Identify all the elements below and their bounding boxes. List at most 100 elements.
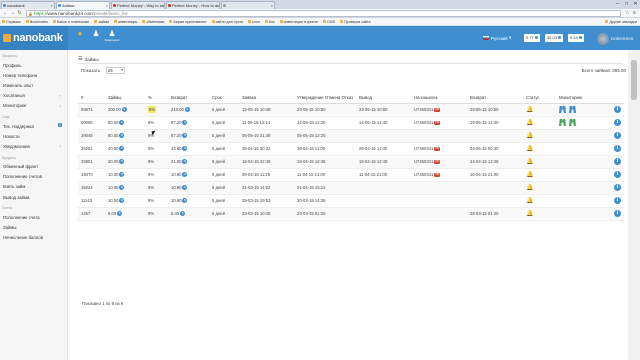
bookmark-item[interactable]: Проверка сайта: [340, 20, 371, 24]
column-header[interactable]: Возврат: [168, 79, 209, 104]
scrollbar[interactable]: [628, 50, 640, 360]
column-header[interactable]: Вывод: [356, 79, 411, 104]
close-tab-icon[interactable]: ×: [161, 2, 163, 9]
balance-pill-2[interactable]: 35.03: [545, 34, 564, 42]
other-bookmarks[interactable]: Другие закладки: [605, 20, 637, 24]
sidebar-item[interactable]: Начисление баллов: [0, 233, 67, 243]
info-icon[interactable]: i: [614, 197, 621, 204]
bookmark-item[interactable]: обменники: [142, 20, 164, 24]
currency-icon: [558, 36, 562, 40]
logo[interactable]: nanobank: [0, 26, 68, 50]
cell-withdrawal: 14-05-15 12:40: [356, 116, 411, 130]
nav-coins[interactable]: ●: [72, 29, 88, 47]
column-header[interactable]: %: [145, 79, 168, 104]
menu-icon[interactable]: ≡: [631, 10, 638, 16]
column-header[interactable]: Статус: [523, 79, 556, 104]
close-window-icon[interactable]: ✕: [631, 0, 640, 9]
bookmark-item[interactable]: инвестиции: [114, 20, 137, 24]
browser-tab[interactable]: Perfect Money - Way to sle ×: [111, 1, 165, 9]
bookmark-label: Проверка сайта: [344, 19, 371, 24]
sidebar-item[interactable]: Номер телефона: [0, 70, 67, 80]
browser-tab[interactable]: Займы ×: [56, 1, 110, 9]
column-header[interactable]: Утверждение Отмена Отказ: [294, 79, 356, 104]
favicon-icon: [58, 4, 61, 7]
balance-pill-3[interactable]: 0.15: [568, 34, 584, 42]
nav-icons: ● ♟ ♟ Заявления: [72, 29, 120, 47]
cell-percent-value: 9%: [148, 198, 155, 203]
column-header[interactable]: #: [78, 79, 105, 104]
sidebar-item[interactable]: Тех. поддержка 1: [0, 121, 67, 131]
bookmark-item[interactable]: CMS: [323, 20, 335, 24]
close-tab-icon[interactable]: ×: [106, 2, 108, 9]
avatar[interactable]: [597, 33, 609, 45]
cell-return-date-value: 16-04-15 21:00: [470, 172, 499, 177]
bookmark-label: Bookmarks: [29, 19, 48, 24]
language-switcher[interactable]: Русский ▾: [483, 35, 511, 41]
sidebar-item[interactable]: Изменить опыт: [0, 80, 67, 90]
browser-tab[interactable]: nanobank ×: [1, 1, 55, 9]
column-header[interactable]: Заявка: [239, 79, 294, 104]
sidebar-item[interactable]: Хосатаныя ›: [0, 91, 67, 101]
bookmark-item[interactable]: хлоп: [248, 20, 260, 24]
username[interactable]: DOBOSSSS: [611, 36, 633, 41]
sidebar-item[interactable]: Уведомления ›: [0, 141, 67, 151]
info-icon[interactable]: i: [614, 171, 621, 178]
bookmark-item[interactable]: займы: [94, 20, 109, 24]
info-icon[interactable]: i: [614, 145, 621, 152]
info-icon[interactable]: i: [614, 119, 621, 126]
close-tab-icon[interactable]: ×: [51, 2, 53, 9]
balance-pill-1[interactable]: 0.77: [524, 34, 540, 42]
sidebar-item[interactable]: Новости: [0, 131, 67, 141]
monitoring-icon[interactable]: [569, 106, 576, 113]
column-header[interactable]: Займы: [105, 79, 145, 104]
close-tab-icon[interactable]: ×: [216, 2, 218, 9]
url-field[interactable]: 🔒 https://www.nanobank24.com/private/loa…: [26, 9, 621, 17]
info-icon[interactable]: i: [614, 158, 621, 165]
browser-tab[interactable]: ×: [221, 1, 275, 9]
sidebar-item[interactable]: Пополнение счета: [0, 212, 67, 222]
bookmark-item[interactable]: биз: [264, 20, 275, 24]
sidebar-item[interactable]: Вывод займа: [0, 192, 67, 202]
cell-return-value: 10.90: [171, 184, 182, 190]
sidebar-item[interactable]: Обменный франт: [0, 162, 67, 172]
column-header[interactable]: Возврат: [467, 79, 523, 104]
bookmark-item[interactable]: сайты для проги: [211, 20, 243, 24]
bookmark-item[interactable]: Банки и платежные: [52, 20, 89, 24]
forward-icon[interactable]: →: [9, 10, 16, 16]
page-size-select[interactable]: 25 ▾: [106, 67, 125, 74]
bookmark-item[interactable]: Биржи криптовалют: [169, 20, 207, 24]
bookmark-item[interactable]: инвестиции в крипте: [279, 20, 318, 24]
back-icon[interactable]: ←: [2, 10, 9, 16]
monitoring-icon[interactable]: [559, 106, 566, 113]
info-icon[interactable]: i: [614, 210, 621, 217]
monitoring-icon[interactable]: [559, 119, 566, 126]
column-header[interactable]: На кошелек: [411, 79, 467, 104]
pm-badge-icon: PM: [434, 172, 441, 177]
info-icon[interactable]: i: [614, 106, 621, 113]
nav-users[interactable]: ♟ Заявления: [104, 29, 120, 47]
sidebar-item[interactable]: Мониторинг ›: [0, 101, 67, 111]
minimize-icon[interactable]: –: [613, 0, 622, 9]
sidebar-item[interactable]: Займы: [0, 222, 67, 232]
cell-percent: 9%: [145, 194, 168, 208]
column-header[interactable]: Мониторинг: [556, 79, 611, 104]
sidebar-item[interactable]: Пополнение счетов: [0, 172, 67, 182]
info-icon[interactable]: i: [614, 184, 621, 191]
monitoring-icon[interactable]: [569, 119, 576, 126]
sidebar-section-title: Профиль: [2, 54, 18, 58]
browser-tab[interactable]: Perfect Money - How to do ×: [166, 1, 220, 9]
sidebar-item-label: Начисление баллов: [3, 235, 43, 241]
bookmark-item[interactable]: Сервисы: [2, 20, 21, 24]
nav-user[interactable]: ♟: [88, 29, 104, 47]
info-icon[interactable]: i: [614, 132, 621, 139]
reload-icon[interactable]: ↻: [16, 10, 23, 16]
column-header[interactable]: Срок: [209, 79, 239, 104]
close-tab-icon[interactable]: ×: [271, 2, 273, 9]
sidebar-item[interactable]: Профиль: [0, 60, 67, 70]
sidebar-item[interactable]: Взять займ: [0, 182, 67, 192]
maximize-icon[interactable]: □: [622, 0, 631, 9]
folder-icon: [94, 20, 98, 23]
scroll-thumb[interactable]: [631, 60, 637, 100]
bookmark-item[interactable]: Bookmarks: [25, 19, 48, 24]
star-icon[interactable]: ☆: [624, 10, 631, 16]
